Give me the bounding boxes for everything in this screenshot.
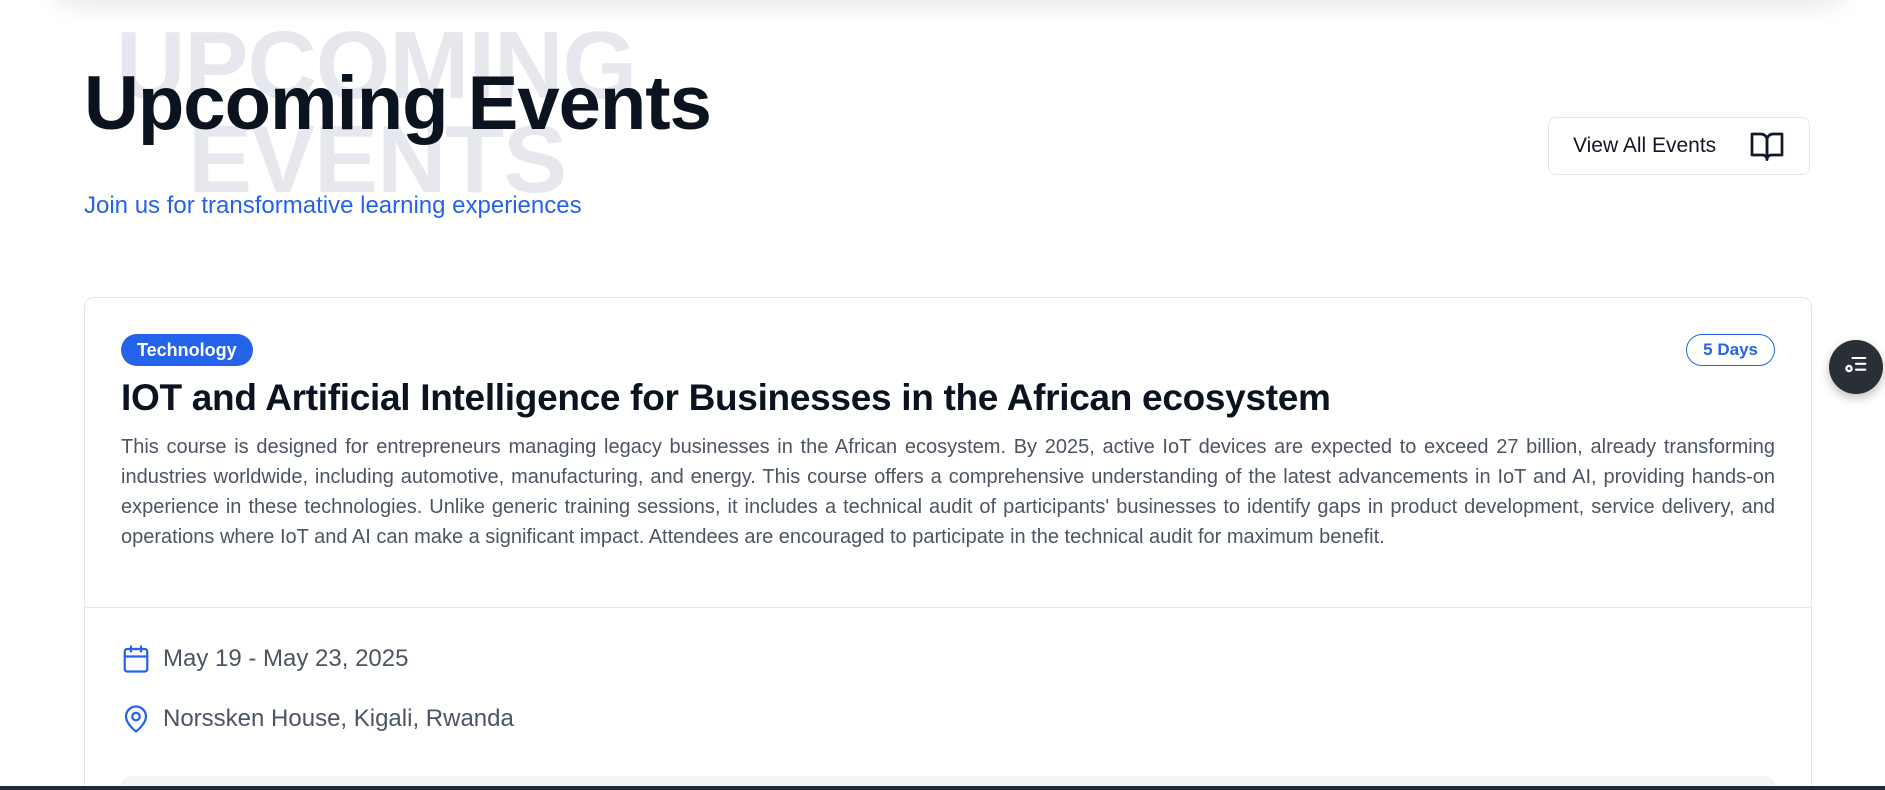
event-location: Norssken House, Kigali, Rwanda (163, 705, 514, 732)
accessibility-menu-icon (1842, 351, 1870, 384)
event-title[interactable]: IOT and Artificial Intelligence for Busi… (121, 376, 1331, 420)
map-pin-icon (121, 704, 151, 734)
view-all-events-button[interactable]: View All Events (1548, 117, 1810, 175)
event-date-row: May 19 - May 23, 2025 (121, 644, 408, 674)
event-description: This course is designed for entrepreneur… (121, 436, 1775, 548)
bottom-edge-bar (0, 786, 1885, 790)
page-title: Upcoming Events (84, 61, 712, 146)
accessibility-menu-button[interactable] (1829, 340, 1883, 394)
page-subtitle: Join us for transformative learning expe… (84, 192, 582, 219)
book-open-icon (1749, 128, 1785, 164)
event-date: May 19 - May 23, 2025 (163, 645, 409, 672)
view-all-events-label: View All Events (1573, 134, 1717, 157)
event-card[interactable]: Technology 5 Days IOT and Artificial Int… (84, 297, 1812, 790)
duration-badge: 5 Days (1686, 334, 1775, 366)
calendar-icon (121, 644, 151, 674)
event-card-header: Technology 5 Days IOT and Artificial Int… (85, 298, 1811, 608)
page: UPCOMING EVENTS Upcoming Events Join us … (0, 0, 1885, 790)
event-location-row: Norssken House, Kigali, Rwanda (121, 704, 514, 734)
category-badge: Technology (121, 334, 253, 366)
